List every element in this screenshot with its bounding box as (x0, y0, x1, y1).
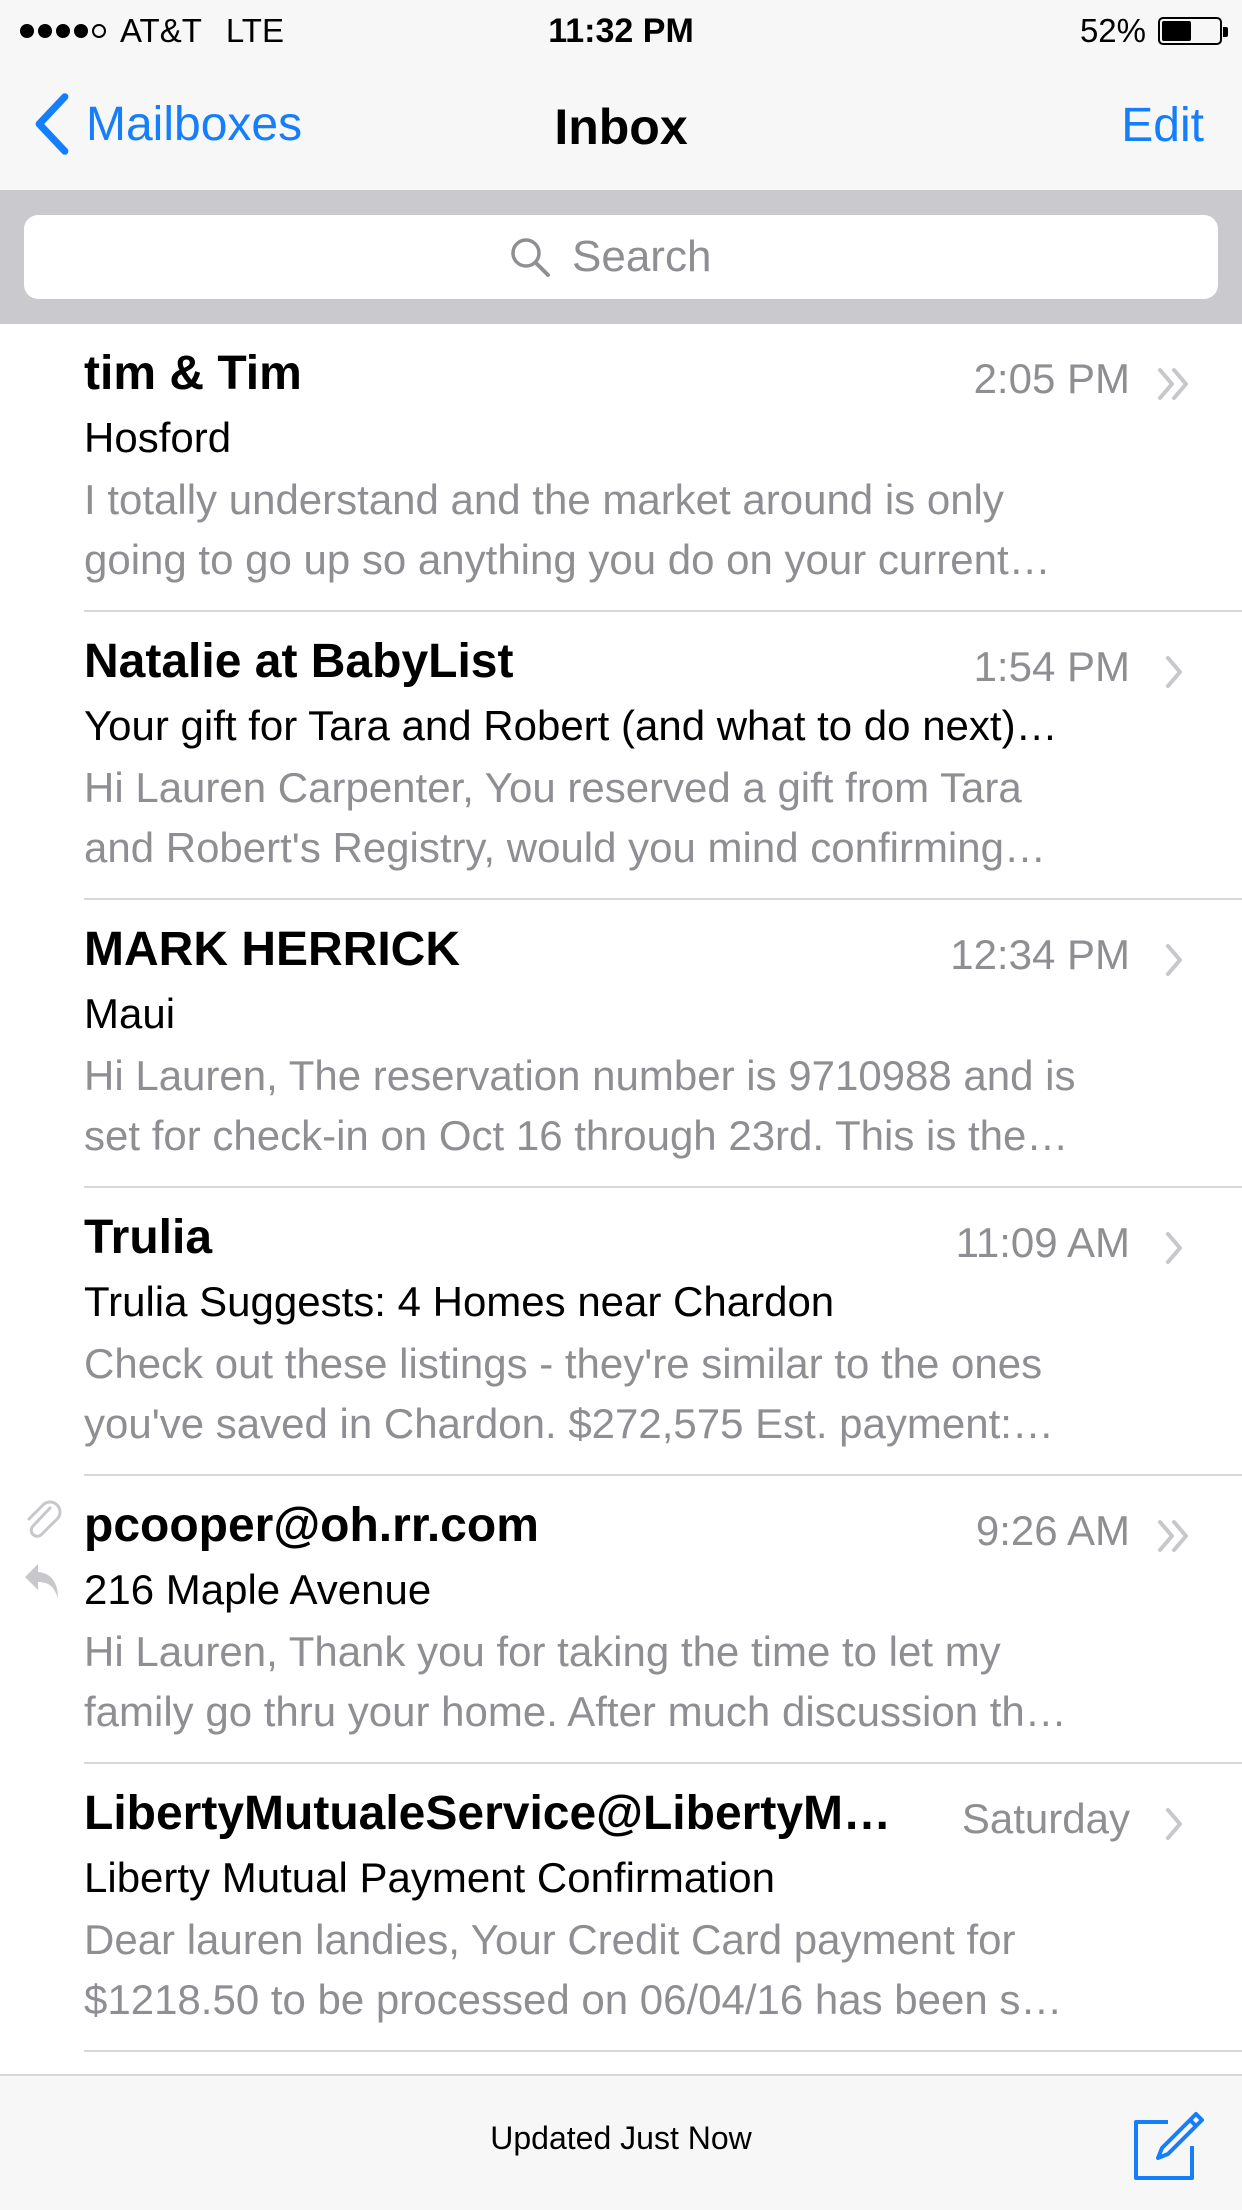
email-row[interactable]: pcooper@oh.rr.com 9:26 AM 216 Maple Aven… (0, 1476, 1242, 1764)
email-sender: Trulia (84, 1211, 213, 1264)
chevron-right-icon (1166, 1232, 1182, 1264)
email-subject: 216 Maple Avenue (84, 1566, 432, 1613)
email-row[interactable]: Natalie at BabyList 1:54 PM Your gift fo… (0, 612, 1242, 900)
bottom-toolbar: Updated Just Now (0, 2074, 1242, 2210)
email-preview: Check out these listings - they're simil… (84, 1334, 1164, 1454)
double-chevron-icon (1158, 1520, 1188, 1552)
email-time: 9:26 AM (975, 1507, 1130, 1554)
preview-line: $1218.50 to be processed on 06/04/16 has… (84, 1976, 1063, 2023)
reply-icon (25, 1564, 58, 1598)
status-bar: AT&T LTE 11:32 PM 52% (0, 0, 1242, 62)
battery-nub (1223, 27, 1228, 37)
edit-button[interactable]: Edit (1121, 98, 1204, 153)
email-row[interactable]: MARK HERRICK 12:34 PM Maui Hi Lauren, Th… (0, 900, 1242, 1188)
preview-line: Hi Lauren, The reservation number is 971… (84, 1052, 1076, 1099)
status-time: 11:32 PM (548, 12, 694, 50)
battery-icon (1158, 17, 1228, 45)
email-subject: Trulia Suggests: 4 Homes near Chardon (84, 1278, 835, 1325)
chevron-right-icon (1166, 944, 1182, 976)
email-time: 11:09 AM (955, 1219, 1130, 1266)
email-list: tim & Tim 2:05 PM Hosford I totally unde… (0, 324, 1242, 2052)
preview-line: going to go up so anything you do on you… (84, 536, 1051, 583)
search-bar (0, 190, 1242, 324)
email-sender: MARK HERRICK (84, 923, 460, 976)
email-preview: Hi Lauren Carpenter, You reserved a gift… (84, 758, 1164, 878)
navigation-bar: Mailboxes Inbox Edit (0, 62, 1242, 190)
compose-icon[interactable] (1128, 2106, 1208, 2186)
email-preview: Hi Lauren, Thank you for taking the time… (84, 1622, 1164, 1742)
battery-area: 52% (1079, 10, 1228, 52)
email-sender: tim & Tim (84, 347, 302, 400)
preview-line: I totally understand and the market arou… (84, 476, 1004, 523)
email-preview: Dear lauren landies, Your Credit Card pa… (84, 1910, 1164, 2030)
preview-line: you've saved in Chardon. $272,575 Est. p… (84, 1400, 1054, 1447)
row-divider (84, 2050, 1242, 2052)
preview-line: set for check-in on Oct 16 through 23rd.… (84, 1112, 1069, 1159)
battery-fill (1162, 21, 1191, 41)
email-time: Saturday (961, 1795, 1130, 1842)
chevron-right-icon (1166, 656, 1182, 688)
battery-percent: 52% (1079, 12, 1146, 49)
email-time: 2:05 PM (973, 355, 1130, 402)
email-subject: Liberty Mutual Payment Confirmation (84, 1854, 775, 1901)
email-preview: I totally understand and the market arou… (84, 470, 1164, 590)
updated-status: Updated Just Now (490, 2120, 752, 2156)
email-subject: Maui (84, 990, 176, 1037)
search-icon (511, 238, 550, 277)
email-sender: LibertyMutualeService@LibertyM… (84, 1787, 891, 1840)
search-field[interactable] (24, 215, 1218, 299)
email-sender: Natalie at BabyList (84, 635, 514, 688)
email-row[interactable]: tim & Tim 2:05 PM Hosford I totally unde… (0, 324, 1242, 612)
email-row[interactable]: LibertyMutualeService@LibertyM… Saturday… (0, 1764, 1242, 2052)
email-sender: pcooper@oh.rr.com (84, 1499, 539, 1552)
email-time: 12:34 PM (950, 931, 1130, 978)
email-time: 1:54 PM (973, 643, 1130, 690)
search-input[interactable] (570, 231, 734, 283)
preview-line: and Robert's Registry, would you mind co… (84, 824, 1046, 871)
double-chevron-icon (1158, 368, 1188, 400)
chevron-right-icon (1166, 1808, 1182, 1840)
preview-line: Check out these listings - they're simil… (84, 1340, 1043, 1387)
email-preview: Hi Lauren, The reservation number is 971… (84, 1046, 1164, 1166)
page-title: Inbox (554, 99, 688, 155)
preview-line: Dear lauren landies, Your Credit Card pa… (84, 1916, 1016, 1963)
email-subject: Your gift for Tara and Robert (and what … (84, 702, 1058, 749)
paperclip-icon (27, 1500, 62, 1538)
preview-line: Hi Lauren, Thank you for taking the time… (84, 1628, 1001, 1675)
preview-line: Hi Lauren Carpenter, You reserved a gift… (84, 764, 1022, 811)
email-row[interactable]: Trulia 11:09 AM Trulia Suggests: 4 Homes… (0, 1188, 1242, 1476)
email-subject: Hosford (84, 414, 232, 461)
preview-line: family go thru your home. After much dis… (84, 1688, 1067, 1735)
